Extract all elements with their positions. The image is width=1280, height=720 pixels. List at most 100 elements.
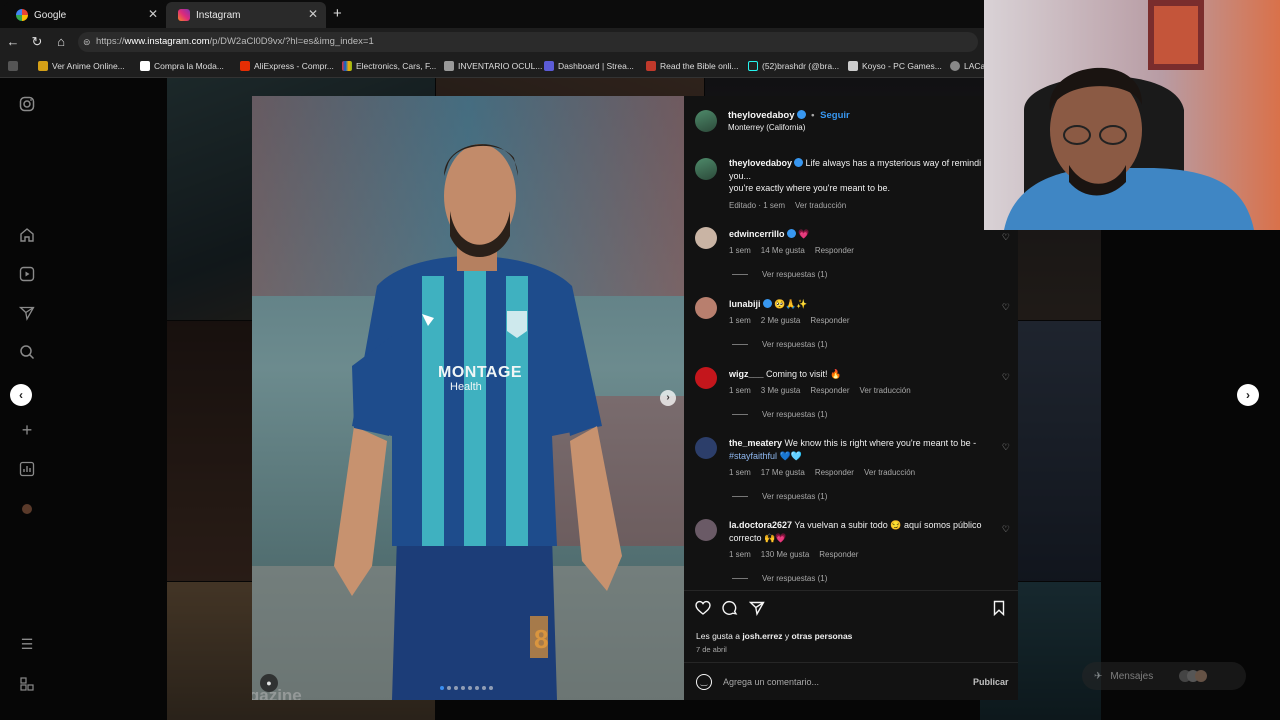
comment-icon[interactable] [722,600,738,620]
profile-avatar[interactable] [19,501,35,517]
comment-meta: 1 sem 14 Me gusta Responder [729,246,854,255]
share-icon[interactable] [748,600,765,620]
like-comment-icon[interactable]: ♡ [1002,232,1010,243]
direct-icon[interactable] [18,305,35,321]
bookmark-item[interactable]: AliExpress - Compr... [240,61,334,71]
photo-watermark: GameMagazine [252,686,302,700]
jersey-sponsor-text: MONTAGE [438,364,523,381]
webcam-feed [984,0,1280,230]
bookmark-item[interactable]: Ver Anime Online... [38,61,125,71]
verified-icon [794,158,804,167]
jersey-number: 8 [534,624,549,654]
bookmark-item[interactable]: INVENTARIO OCUL... [444,61,542,71]
messages-button[interactable]: ✈ Mensajes [1082,662,1246,690]
bookmark-icon [38,61,48,71]
direct-icon: ✈ [1094,670,1103,682]
commenter-avatar[interactable] [695,227,717,249]
view-replies-button[interactable]: Ver respuestas (1) [732,410,827,419]
search-icon[interactable] [19,344,35,360]
author-avatar[interactable] [695,110,717,132]
comment: lunabiji 🥺🙏✨ [729,299,808,309]
like-icon[interactable] [695,600,711,620]
bookmark-icon [848,61,858,71]
bookmark-icon [342,61,352,71]
divider [684,590,1018,591]
comment-input[interactable]: Agrega un comentario... [723,677,943,687]
close-tab-icon[interactable]: ✕ [308,7,318,21]
apps-icon[interactable] [19,676,35,692]
previous-post-button[interactable]: ‹ [10,384,32,406]
avatar-stack [1179,670,1208,682]
instagram-logo-icon[interactable] [19,96,35,112]
like-comment-icon[interactable]: ♡ [1002,302,1010,313]
tagged-users-icon[interactable]: ● [260,674,278,692]
bookmark-icon [240,61,250,71]
tab-label: Google [34,9,67,21]
tab-google[interactable]: Google ✕ [4,2,166,28]
next-image-button[interactable]: › [660,390,676,406]
caption-line: you... [729,170,752,181]
post-image[interactable]: MONTAGE Health 8 GameMagazine › ● [252,96,684,700]
tab-instagram[interactable]: Instagram ✕ [166,2,326,28]
follow-button[interactable]: Seguir [820,110,850,121]
reels-icon[interactable] [19,266,35,282]
bookmark-item[interactable]: (52)brashdr (@bra... [748,61,839,71]
comment: edwincerrillo 💗 [729,229,810,239]
save-icon[interactable] [991,600,1007,620]
info-icon: ⊜ [83,37,91,47]
messages-label: Mensajes [1110,670,1154,682]
translate-link[interactable]: Ver traducción [795,201,846,210]
next-post-button[interactable]: › [1237,384,1259,406]
author-avatar[interactable] [695,158,717,180]
view-replies-button[interactable]: Ver respuestas (1) [732,492,827,501]
bookmark-item[interactable]: Koyso - PC Games... [848,61,942,71]
bookmark-item[interactable]: Read the Bible onli... [646,61,738,71]
comment: the_meatery We know this is right where … [729,438,977,461]
menu-icon[interactable]: ☰ [19,636,35,652]
tiktok-icon [748,61,758,71]
bookmark-item[interactable]: Electronics, Cars, F... [342,61,436,71]
commenter-avatar[interactable] [695,297,717,319]
back-icon[interactable]: ← [4,33,22,51]
view-replies-button[interactable]: Ver respuestas (1) [732,270,827,279]
caption-edited: Editado · 1 sem [729,201,786,210]
like-comment-icon[interactable]: ♡ [1002,524,1010,535]
url-prefix: https:// [96,36,125,47]
bookmark-item[interactable]: Compra la Moda... [140,61,224,71]
bookmark-item[interactable]: Dashboard | Strea... [544,61,634,71]
home-icon[interactable]: ⌂ [52,33,70,51]
post-location[interactable]: Monterrey (California) [728,123,805,132]
reading-list-icon[interactable] [8,61,22,71]
commenter-avatar[interactable] [695,519,717,541]
new-tab-button[interactable]: + [333,5,342,22]
home-icon[interactable] [19,227,35,243]
jersey-sponsor-subtext: Health [450,381,482,393]
bookmark-item[interactable]: LACar [950,61,988,71]
url-input[interactable]: ⊜ https://www.instagram.com/p/DW2aCl0D9v… [78,32,978,52]
view-replies-button[interactable]: Ver respuestas (1) [732,340,827,349]
comment-meta: 1 sem 3 Me gusta Responder Ver traducción [729,386,911,395]
emoji-icon[interactable]: ‿ [696,674,712,690]
bookmark-icon [140,61,150,71]
likes-summary[interactable]: Les gusta a josh.errez y otras personas [696,631,852,641]
close-tab-icon[interactable]: ✕ [148,7,158,21]
post-date[interactable]: 7 de abril [696,645,727,654]
caption-line: Life always has a mysterious way of remi… [805,158,982,168]
instagram-icon [178,9,190,21]
comment-meta: 1 sem 17 Me gusta Responder Ver traducción [729,468,916,477]
like-comment-icon[interactable]: ♡ [1002,442,1010,453]
publish-button[interactable]: Publicar [973,677,1009,687]
reload-icon[interactable]: ↻ [28,33,46,51]
create-icon[interactable]: + [19,421,35,439]
dashboard-icon[interactable] [19,461,35,477]
caption-username[interactable]: theylovedaboy [729,158,792,168]
view-replies-button[interactable]: Ver respuestas (1) [732,574,827,583]
author-username[interactable]: theylovedaboy [728,110,795,121]
commenter-avatar[interactable] [695,367,717,389]
post-side-panel: theylovedaboy • Seguir Monterrey (Califo… [684,96,1018,700]
commenter-avatar[interactable] [695,437,717,459]
comment: la.doctora2627 Ya vuelvan a subir todo 😏… [729,520,982,543]
carousel-dots [440,686,493,690]
bookmark-icon [444,61,454,71]
like-comment-icon[interactable]: ♡ [1002,372,1010,383]
